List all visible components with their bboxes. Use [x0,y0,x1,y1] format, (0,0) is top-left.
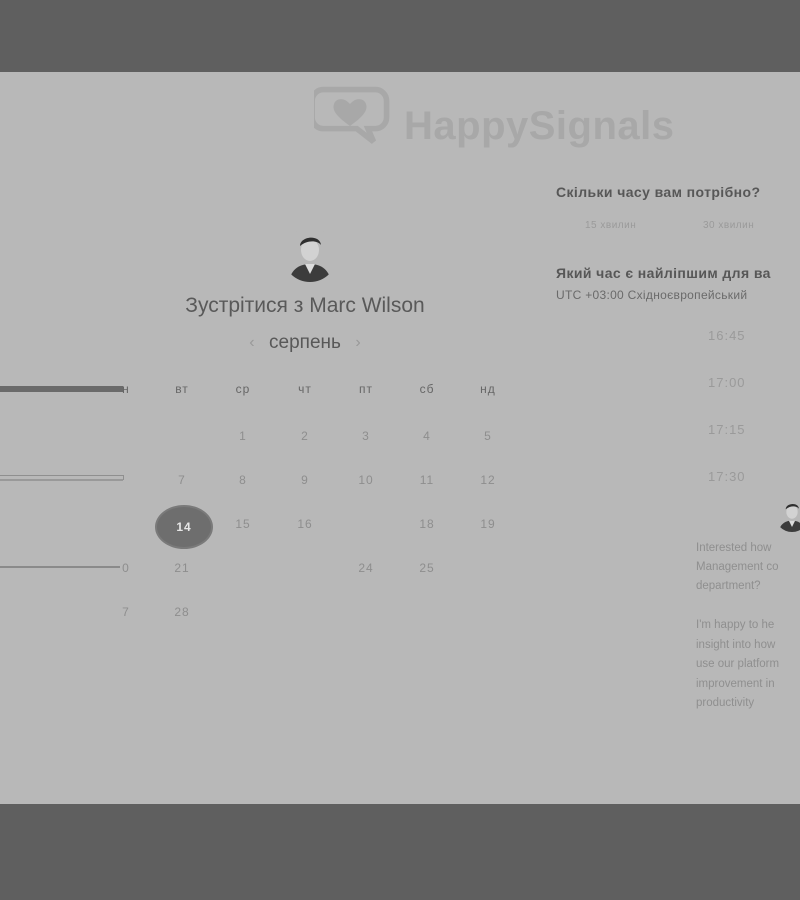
weekday-wed: ср [235,382,251,396]
weekday-partial: н [122,382,130,396]
bio-line: improvement in [696,678,775,690]
day-cell[interactable]: 0 [106,561,146,575]
bio-line: department? [696,580,761,592]
month-label: серпень [269,332,341,353]
host-avatar [283,228,337,282]
meet-title: Зустрітися з Marc Wilson [185,294,425,317]
weekday-sat: сб [419,382,435,396]
day-cell[interactable]: 19 [468,517,508,531]
day-cell[interactable]: 16 [285,517,325,531]
time-question: Який час є найліпшим для ва [556,265,771,281]
obscured-bar [0,479,123,481]
day-cell[interactable]: 11 [407,473,447,487]
bio-line: I'm happy to he [696,619,775,631]
day-cell[interactable]: 7 [162,473,202,487]
day-cell[interactable]: 8 [223,473,263,487]
weekday-fri: пт [359,382,373,396]
person-avatar-icon [283,228,337,282]
day-cell[interactable]: 24 [346,561,386,575]
bio-line: use our platform [696,658,780,670]
duration-option-15[interactable]: 15 хвилин [585,220,636,231]
time-slot[interactable]: 16:45 [708,328,746,343]
bio-line: productivity [696,697,755,709]
calendar-grid: н вт ср чт пт сб нд 1 2 3 4 5 7 8 9 10 1… [0,372,520,632]
timezone-label[interactable]: UTC +03:00 Східноєвропейський [556,288,747,302]
day-cell[interactable]: 9 [285,473,325,487]
day-cell[interactable]: 1 [223,429,263,443]
host-avatar-small [775,498,800,532]
day-cell[interactable]: 10 [346,473,386,487]
bio-line: Management co [696,561,779,573]
person-avatar-icon [775,498,800,532]
bio-line: Interested how [696,542,772,554]
month-navigation: ‹ серпень › [220,332,390,362]
chevron-left-icon[interactable]: ‹ [239,334,264,352]
time-slot[interactable]: 17:15 [708,422,746,437]
day-cell[interactable]: 15 [223,517,263,531]
heart-speech-bubble-icon [314,86,390,144]
day-cell[interactable]: 25 [407,561,447,575]
day-cell[interactable]: 21 [162,561,202,575]
day-cell[interactable]: 7 [106,605,146,619]
day-cell[interactable]: 3 [346,429,386,443]
scheduler-panel: HappySignals Зустрітися з Marc Wilson ‹ … [0,72,800,804]
day-cell-selected[interactable]: 14 [155,505,213,549]
duration-option-30[interactable]: 30 хвилин [703,220,754,231]
time-slot[interactable]: 17:00 [708,375,746,390]
obscured-bar [0,566,120,568]
time-slot[interactable]: 17:30 [708,469,746,484]
day-cell[interactable]: 12 [468,473,508,487]
day-cell[interactable]: 5 [468,429,508,443]
day-cell[interactable]: 2 [285,429,325,443]
day-cell[interactable]: 18 [407,517,447,531]
bio-line: insight into how [696,639,776,651]
obscured-bar [0,386,123,392]
chevron-right-icon[interactable]: › [345,334,370,352]
duration-question: Скільки часу вам потрібно? [556,184,761,200]
day-cell[interactable]: 28 [162,605,202,619]
weekday-sun: нд [480,382,496,396]
weekday-thu: чт [298,382,312,396]
weekday-tue: вт [175,382,189,396]
brand-name: HappySignals [404,104,675,148]
day-cell[interactable]: 4 [407,429,447,443]
